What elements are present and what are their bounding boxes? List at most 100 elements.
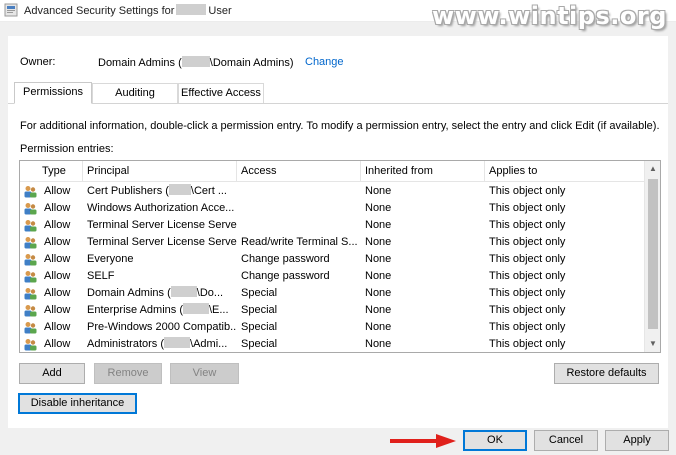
scroll-thumb[interactable] (648, 179, 658, 329)
list-header: Type Principal Access Inherited from App… (20, 161, 645, 182)
table-row[interactable]: Allow Terminal Server License Serve... Non… (20, 217, 645, 234)
row-type: Allow (44, 236, 71, 248)
table-row[interactable]: Allow Pre-Windows 2000 Compatib... Special… (20, 319, 645, 336)
title-bar[interactable]: Advanced Security Settings for User www.w… (0, 0, 676, 30)
column-header-type[interactable]: Type (20, 161, 83, 182)
row-type: Allow (44, 202, 71, 214)
cancel-button[interactable]: Cancel (534, 430, 598, 451)
table-row[interactable]: Allow Terminal Server License Serve... Rea… (20, 234, 645, 251)
row-principal: Domain Admins ( \Do... (83, 285, 237, 302)
row-applies-to: This object only (489, 338, 566, 350)
row-principal: Pre-Windows 2000 Compatib... (83, 319, 237, 336)
window-title-suffix: User (208, 5, 232, 17)
row-principal: Windows Authorization Acce... (83, 200, 237, 217)
row-principal-a: Enterprise Admins ( (87, 304, 183, 316)
row-principal-a: Terminal Server License Serve... (87, 219, 237, 231)
apply-button[interactable]: Apply (605, 430, 669, 451)
redacted-domain (181, 56, 210, 67)
row-access: Special (241, 287, 278, 299)
row-applies-to: This object only (489, 236, 566, 248)
row-applies-to: This object only (489, 321, 566, 333)
row-principal: Everyone (83, 251, 237, 268)
row-access: Change password (241, 270, 330, 282)
table-row[interactable]: Allow Windows Authorization Acce... None Th… (20, 200, 645, 217)
table-row[interactable]: Allow SELF Change password None This object … (20, 268, 645, 285)
list-scrollbar[interactable]: ▲ ▼ (644, 161, 660, 352)
redacted-name (176, 4, 207, 15)
window-title-prefix: Advanced Security Settings for (24, 5, 175, 17)
row-principal-a: SELF (87, 270, 115, 282)
row-principal-b: \Cert ... (190, 185, 227, 197)
user-group-icon (24, 322, 37, 334)
row-type: Allow (44, 253, 71, 265)
owner-value-prefix: Domain Admins ( (98, 57, 182, 69)
column-header-applies-to[interactable]: Applies to (485, 161, 645, 182)
tab-auditing[interactable]: Auditing (92, 83, 178, 103)
redacted-domain (168, 184, 191, 195)
row-principal-a: Terminal Server License Serve... (87, 236, 237, 248)
list-rows: Allow Cert Publishers ( \Cert ... None This … (20, 183, 645, 352)
scroll-down-arrow-icon[interactable]: ▼ (645, 338, 660, 350)
row-principal-a: Cert Publishers ( (87, 185, 169, 197)
row-access (237, 183, 361, 200)
table-row[interactable]: Allow Everyone Change password None This obj… (20, 251, 645, 268)
permission-entries-list[interactable]: Type Principal Access Inherited from App… (19, 160, 661, 353)
owner-value: Domain Admins (\Domain Admins) (98, 56, 294, 69)
redacted-domain (170, 286, 197, 297)
row-inherited-from: None (365, 287, 392, 299)
row-principal-a: Domain Admins ( (87, 287, 171, 299)
row-type: Allow (44, 304, 71, 316)
row-inherited-from: None (365, 304, 392, 316)
watermark: www.wintips.org (432, 2, 667, 30)
column-header-access[interactable]: Access (237, 161, 361, 182)
row-inherited-from: None (365, 185, 392, 197)
row-principal-a: Everyone (87, 253, 134, 265)
row-applies-to: This object only (489, 185, 566, 197)
row-principal: Terminal Server License Serve... (83, 217, 237, 234)
table-row[interactable]: Allow Domain Admins (\Do... Special None Thi… (20, 285, 645, 302)
row-access: Special (241, 304, 278, 316)
column-header-inherited-from[interactable]: Inherited from (361, 161, 485, 182)
disable-inheritance-button[interactable]: Disable inheritance (18, 393, 137, 414)
owner-label: Owner: (20, 56, 56, 68)
row-inherited-from: None (365, 321, 392, 333)
restore-defaults-button[interactable]: Restore defaults (554, 363, 659, 384)
row-inherited-from: None (365, 338, 392, 350)
tab-permissions[interactable]: Permissions (14, 82, 92, 104)
row-principal: Administrators ( \Admi... (83, 336, 237, 352)
row-inherited-from: None (365, 236, 392, 248)
row-applies-to: This object only (489, 219, 566, 231)
row-applies-to: This object only (489, 270, 566, 282)
row-principal-b: \Admi... (190, 338, 228, 350)
row-applies-to: This object only (489, 253, 566, 265)
column-header-principal[interactable]: Principal (83, 161, 237, 182)
row-principal: Cert Publishers ( \Cert ... (83, 183, 237, 200)
user-group-icon (24, 186, 37, 198)
row-type: Allow (44, 287, 71, 299)
remove-button[interactable]: Remove (94, 363, 162, 384)
redacted-domain (182, 303, 209, 314)
row-access (237, 217, 361, 234)
view-button[interactable]: View (170, 363, 239, 384)
row-applies-to: This object only (489, 304, 566, 316)
tab-effective-access[interactable]: Effective Access (178, 83, 264, 103)
permission-entries-label: Permission entries: (20, 143, 114, 155)
row-principal-a: Windows Authorization Acce... (87, 202, 235, 214)
user-group-icon (24, 237, 37, 249)
row-access (237, 200, 361, 217)
window-title: Advanced Security Settings for User (24, 4, 232, 17)
table-row[interactable]: Allow Enterprise Admins (\E... Special None… (20, 302, 645, 319)
row-principal: Enterprise Admins (\E... (83, 302, 237, 319)
row-principal-a: Administrators ( (87, 338, 165, 350)
row-type: Allow (44, 321, 71, 333)
table-row[interactable]: Allow Administrators (\Admi... Special None… (20, 336, 645, 352)
scroll-up-arrow-icon[interactable]: ▲ (645, 163, 660, 175)
table-row[interactable]: Allow Cert Publishers (\Cert ... None This … (20, 183, 645, 200)
ok-button[interactable]: OK (463, 430, 527, 451)
user-group-icon (24, 203, 37, 215)
redacted-domain (164, 337, 191, 348)
change-owner-link[interactable]: Change (305, 56, 344, 68)
row-inherited-from: None (365, 253, 392, 265)
row-principal-b: \Do... (196, 287, 224, 299)
add-button[interactable]: Add (19, 363, 85, 384)
